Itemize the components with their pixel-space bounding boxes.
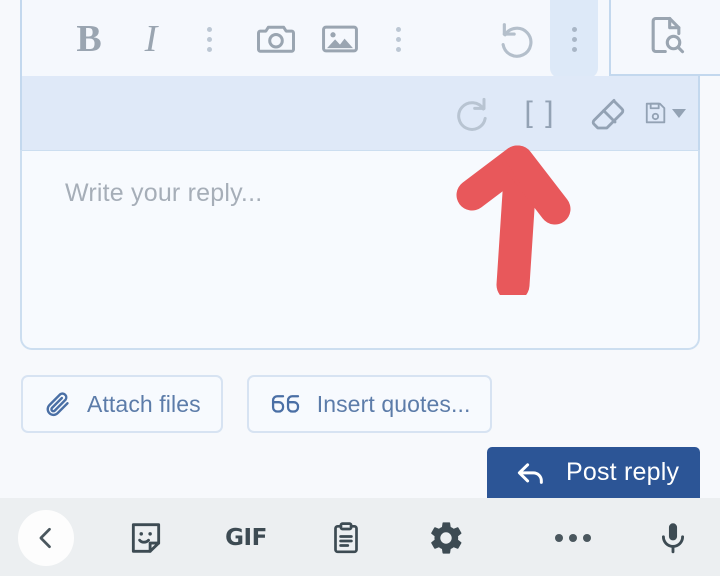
sticker-button[interactable] (118, 510, 174, 566)
document-search-icon (651, 16, 684, 54)
reply-editor: B I [] Write your reply... (20, 0, 720, 350)
editor-actions: Attach files Insert quotes... (21, 375, 493, 433)
paperclip-icon (46, 392, 69, 417)
chevron-left-icon (39, 527, 51, 549)
italic-icon: I (144, 18, 158, 60)
bold-button[interactable]: B (60, 7, 118, 71)
sticker-icon (131, 523, 161, 553)
voice-input-button[interactable] (645, 510, 701, 566)
redo-icon (457, 97, 487, 131)
camera-icon (257, 25, 295, 53)
media-overflow-button[interactable] (369, 7, 427, 71)
attach-files-label: Attach files (87, 390, 201, 417)
editor-toolbar-primary: B I (20, 0, 700, 78)
save-draft-button[interactable] (642, 84, 686, 142)
image-button[interactable] (311, 7, 369, 71)
insert-brackets-button[interactable]: [ ] (512, 84, 568, 142)
keyboard-toolbar: GIF (0, 498, 720, 576)
more-vertical-icon (395, 26, 401, 52)
settings-button[interactable] (418, 510, 474, 566)
text-overflow-button[interactable] (180, 7, 238, 71)
italic-button[interactable]: I (122, 7, 180, 71)
reply-arrow-icon (517, 462, 543, 484)
undo-button[interactable] (489, 7, 547, 71)
microphone-icon (661, 523, 685, 554)
reply-textarea[interactable]: Write your reply... (20, 150, 700, 350)
image-icon (322, 25, 358, 53)
quote-marks-icon (271, 395, 299, 413)
clipboard-button[interactable] (318, 510, 374, 566)
screen-root: B I [] Write your reply... Attach files… (0, 0, 720, 576)
undo-icon (501, 23, 533, 58)
reply-placeholder: Write your reply... (65, 179, 263, 207)
insert-quotes-label: Insert quotes... (316, 390, 471, 417)
more-horizontal-icon (555, 534, 591, 542)
gif-icon: GIF (225, 525, 267, 551)
caret-down-icon[interactable] (672, 108, 686, 118)
clear-formatting-button[interactable] (580, 84, 636, 142)
more-options-button[interactable] (545, 510, 601, 566)
brackets-icon: [ ] (524, 96, 556, 129)
gear-icon (431, 522, 462, 554)
editor-toolbar-secondary: [ ] (20, 76, 700, 150)
more-vertical-icon (206, 26, 212, 52)
clipboard-icon (334, 522, 358, 554)
attach-files-button[interactable]: Attach files (21, 375, 223, 433)
document-preview-button[interactable] (609, 0, 720, 76)
redo-button[interactable] (442, 84, 500, 142)
post-reply-button[interactable]: Post reply (487, 447, 700, 498)
floppy-disk-icon (645, 102, 666, 124)
gif-button[interactable]: GIF (218, 510, 274, 566)
bold-icon: B (76, 18, 102, 60)
more-vertical-icon (571, 26, 577, 52)
toolbar-overflow-button[interactable] (545, 7, 603, 71)
post-reply-label: Post reply (566, 458, 680, 486)
eraser-icon (591, 98, 625, 130)
keyboard-back-button[interactable] (18, 510, 74, 566)
insert-quotes-button[interactable]: Insert quotes... (246, 375, 493, 433)
camera-button[interactable] (247, 7, 305, 71)
